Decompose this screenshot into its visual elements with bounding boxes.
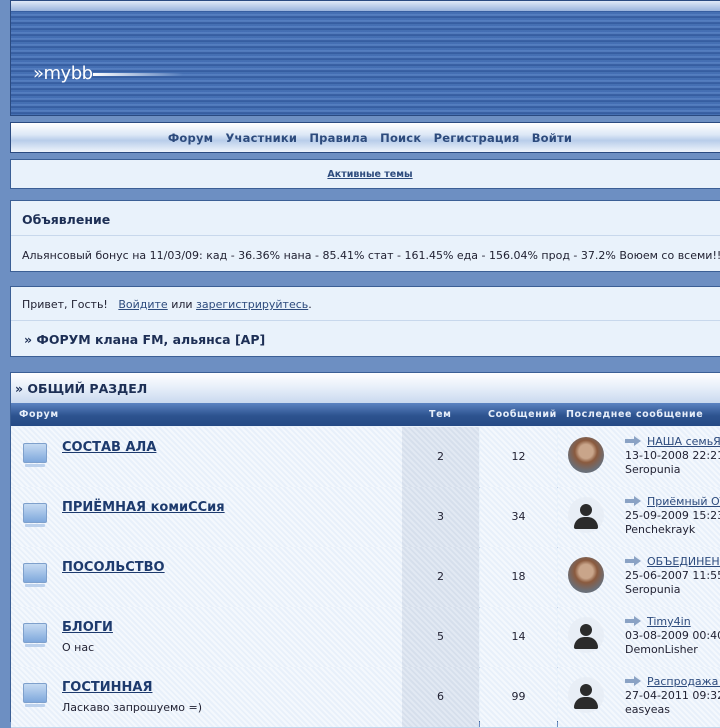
topics-count: 2 [402,427,479,487]
main-navigation: Форум Участники Правила Поиск Регистраци… [10,122,720,153]
nav-register[interactable]: Регистрация [434,131,520,145]
forum-icon [23,623,47,649]
col-posts: Сообщений [488,409,557,420]
forum-section: » ОБЩИЙ РАЗДЕЛ Форум Тем Сообщений После… [10,372,720,728]
nav-rules[interactable]: Правила [309,131,368,145]
forum-row: БЛОГИ О нас 5 14 Timy4in 03-08-2009 00:4… [11,607,720,668]
forum-row: ГОСТИННАЯ Ласкаво запрошуемо =) 6 99 Рас… [11,667,720,728]
last-post-cell: Timy4in 03-08-2009 00:40:2 DemonLisher [558,607,720,667]
forum-link[interactable]: БЛОГИ [62,620,113,635]
posts-count: 34 [480,487,557,547]
site-header: »mybb [10,0,720,116]
last-post-date: 25-09-2009 15:23:0 [625,509,720,522]
forum-icon [23,443,47,469]
forum-row: ПРИЁМНАЯ комиССия 3 34 Приёмный ОТС 25-0… [11,487,720,548]
avatar[interactable] [568,437,604,473]
col-last-post: Последнее сообщение [566,409,704,420]
last-post-link[interactable]: ОБЪЕДИНЕНИЕ [647,555,720,568]
go-to-post-icon[interactable] [625,616,641,626]
forum-row: ПОСОЛЬСТВО 2 18 ОБЪЕДИНЕНИЕ 25-06-2007 1… [11,547,720,608]
last-post-user: Penchekrayk [625,523,696,536]
nav-forum[interactable]: Форум [168,131,213,145]
greeting-suffix: . [308,298,312,311]
posts-count: 99 [480,667,557,727]
last-post-date: 27-04-2011 09:32:0 [625,689,720,702]
avatar[interactable] [568,617,604,653]
forum-link[interactable]: ГОСТИННАЯ [62,680,152,695]
col-forum: Форум [19,409,59,420]
column-headers: Форум Тем Сообщений Последнее сообщение [11,403,720,426]
forum-link[interactable]: ПОСОЛЬСТВО [62,560,165,575]
last-post-date: 13-10-2008 22:21:5 [625,449,720,462]
mybb-logo[interactable]: »mybb [33,63,183,84]
last-post-cell: НАША семьЯ =) 13-10-2008 22:21:5 Seropun… [558,427,720,487]
forum-link[interactable]: ПРИЁМНАЯ комиССия [62,500,225,515]
last-post-cell: Распродажа ал 27-04-2011 09:32:0 easyeas [558,667,720,727]
forum-icon [23,503,47,529]
last-post-user: DemonLisher [625,643,698,656]
last-post-link[interactable]: Приёмный ОТС [647,495,720,508]
forum-cell: ПОСОЛЬСТВО [11,547,402,607]
nav-search[interactable]: Поиск [380,131,421,145]
forum-icon [23,563,47,589]
header-top-band [11,1,720,11]
last-post-date: 03-08-2009 00:40:2 [625,629,720,642]
last-post-user: Seropunia [625,463,681,476]
last-post-cell: ОБЪЕДИНЕНИЕ 25-06-2007 11:55:3 Seropunia [558,547,720,607]
greeting-text: Привет, Гость! [22,298,108,311]
posts-count: 12 [480,427,557,487]
or-text: или [171,298,193,311]
last-post-link[interactable]: Timy4in [647,615,691,628]
forum-link[interactable]: СОСТАВ АЛА [62,440,156,455]
go-to-post-icon[interactable] [625,496,641,506]
last-post-user: Seropunia [625,583,681,596]
forum-cell: СОСТАВ АЛА [11,427,402,487]
announcement-title: Объявление [22,212,111,227]
last-post-link[interactable]: Распродажа ал [647,675,720,688]
login-link[interactable]: Войдите [118,298,167,311]
guest-greeting: Привет, Гость! Войдите или зарегистрируй… [22,298,312,311]
col-topics: Тем [429,409,452,420]
logo-swoosh [93,73,183,76]
last-post-link[interactable]: НАША семьЯ =) [647,435,720,448]
active-topics-link[interactable]: Активные темы [327,169,412,180]
topics-count: 3 [402,487,479,547]
avatar[interactable] [568,557,604,593]
section-title[interactable]: » ОБЩИЙ РАЗДЕЛ [11,373,720,404]
forum-cell: ПРИЁМНАЯ комиССия [11,487,402,547]
announcement-text: Альянсовый бонус на 11/03/09: кад - 36.3… [22,249,720,262]
active-topics-panel: Активные темы [10,159,720,189]
breadcrumb[interactable]: » ФОРУМ клана FM, альянса [AP] [24,332,265,347]
last-post-cell: Приёмный ОТС 25-09-2009 15:23:0 Penchekr… [558,487,720,547]
forum-cell: БЛОГИ О нас [11,607,402,667]
divider [11,235,720,236]
last-post-date: 25-06-2007 11:55:3 [625,569,720,582]
divider [11,320,720,321]
welcome-panel: Привет, Гость! Войдите или зарегистрируй… [10,286,720,357]
go-to-post-icon[interactable] [625,556,641,566]
avatar[interactable] [568,677,604,713]
forum-cell: ГОСТИННАЯ Ласкаво запрошуемо =) [11,667,402,727]
posts-count: 18 [480,547,557,607]
last-post-user: easyeas [625,703,670,716]
topics-count: 6 [402,667,479,727]
logo-text: »mybb [33,63,93,84]
posts-count: 14 [480,607,557,667]
avatar[interactable] [568,497,604,533]
nav-login[interactable]: Войти [532,131,572,145]
forum-row: СОСТАВ АЛА 2 12 НАША семьЯ =) 13-10-2008… [11,427,720,488]
nav-members[interactable]: Участники [225,131,297,145]
forum-description: О нас [62,641,95,654]
forum-description: Ласкаво запрошуемо =) [62,701,203,714]
topics-count: 2 [402,547,479,607]
topics-count: 5 [402,607,479,667]
forum-icon [23,683,47,709]
register-link[interactable]: зарегистрируйтесь [196,298,308,311]
announcement-panel: Объявление Альянсовый бонус на 11/03/09:… [10,200,720,272]
go-to-post-icon[interactable] [625,676,641,686]
go-to-post-icon[interactable] [625,436,641,446]
